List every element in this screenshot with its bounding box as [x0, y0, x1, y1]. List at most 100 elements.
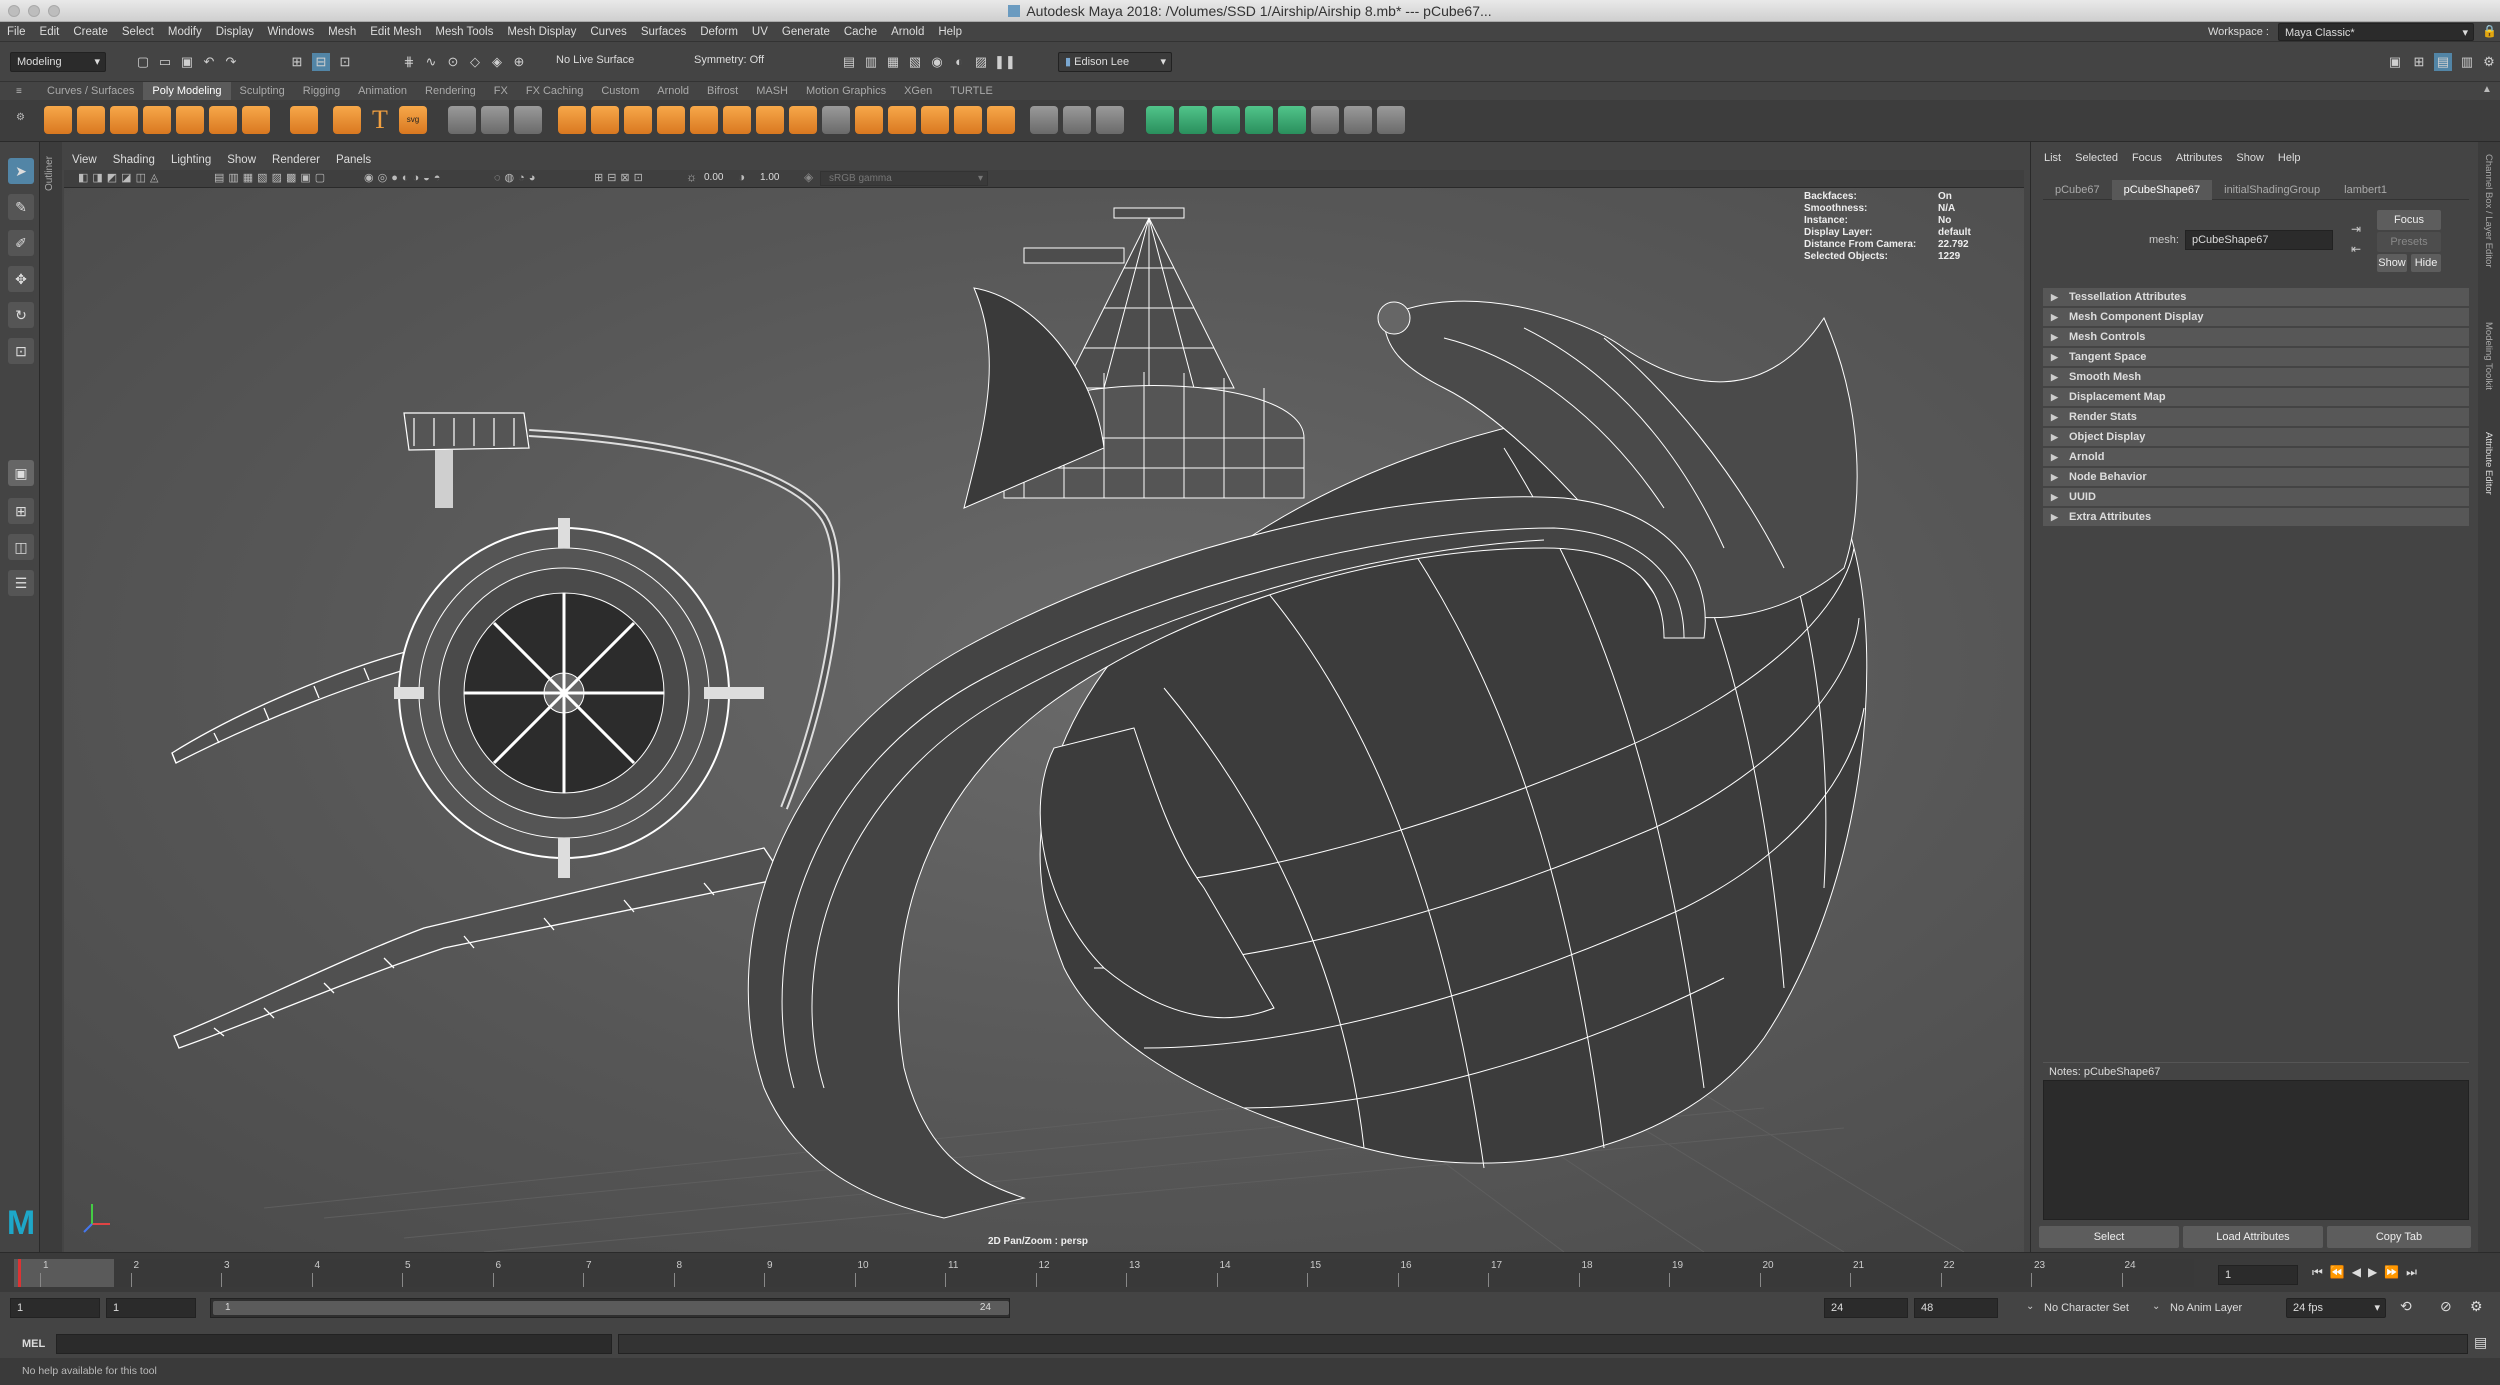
- snap-surface-icon[interactable]: ◈: [488, 53, 506, 71]
- append-polygon-icon[interactable]: [690, 106, 718, 134]
- zoom-window-button[interactable]: [48, 5, 60, 17]
- poly-disc-icon[interactable]: [242, 106, 270, 134]
- save-scene-icon[interactable]: ▣: [178, 53, 196, 71]
- menu-surfaces[interactable]: Surfaces: [634, 22, 693, 42]
- camera-based-uv-icon[interactable]: [1278, 106, 1306, 134]
- super-shape-icon[interactable]: [333, 106, 361, 134]
- menu-uv[interactable]: UV: [745, 22, 775, 42]
- scale-tool-icon[interactable]: ⊡: [8, 338, 34, 364]
- target-weld-icon[interactable]: [855, 106, 883, 134]
- section-tangent-space[interactable]: ▶ Tangent Space: [2043, 348, 2469, 366]
- slide-edge-icon[interactable]: [1063, 106, 1091, 134]
- shelf-scroll-up-icon[interactable]: ▲: [2482, 84, 2492, 95]
- four-view-layout-icon[interactable]: ⊞: [8, 498, 34, 524]
- separate-icon[interactable]: [481, 106, 509, 134]
- bridge-icon[interactable]: [624, 106, 652, 134]
- mel-label[interactable]: MEL: [22, 1338, 45, 1350]
- focus-button[interactable]: Focus: [2377, 210, 2441, 230]
- shelf-tab-fx[interactable]: FX: [485, 82, 517, 100]
- snap-curve-icon[interactable]: ∿: [422, 53, 440, 71]
- close-window-button[interactable]: [8, 5, 20, 17]
- settings-gear-icon[interactable]: ⚙: [2480, 53, 2498, 71]
- animation-start-field[interactable]: 1: [10, 1298, 100, 1318]
- attribute-editor-toggle-icon[interactable]: ▤: [2434, 53, 2452, 71]
- ae-menu-list[interactable]: List: [2037, 148, 2068, 168]
- poly-torus-icon[interactable]: [176, 106, 204, 134]
- outliner-side-tab[interactable]: Outliner: [40, 142, 62, 1252]
- shelf-tab-animation[interactable]: Animation: [349, 82, 416, 100]
- user-account-dropdown[interactable]: ▮ Edison Lee ▾: [1058, 52, 1172, 72]
- section-object-display[interactable]: ▶ Object Display: [2043, 428, 2469, 446]
- uv-editor-icon[interactable]: [1311, 106, 1339, 134]
- poly-cylinder-icon[interactable]: [110, 106, 138, 134]
- copy-tab-button[interactable]: Copy Tab: [2327, 1226, 2471, 1248]
- show-button[interactable]: Show: [2377, 254, 2407, 272]
- shelf-tab-mash[interactable]: MASH: [747, 82, 797, 100]
- move-tool-icon[interactable]: ✥: [8, 266, 34, 292]
- open-scene-icon[interactable]: ▭: [156, 53, 174, 71]
- combine-icon[interactable]: [448, 106, 476, 134]
- section-node-behavior[interactable]: ▶ Node Behavior: [2043, 468, 2469, 486]
- shelf-tab-sculpting[interactable]: Sculpting: [231, 82, 294, 100]
- viewport-menu-panels[interactable]: Panels: [328, 150, 379, 170]
- section-smooth-mesh[interactable]: ▶ Smooth Mesh: [2043, 368, 2469, 386]
- render-settings-icon[interactable]: ◉: [928, 53, 946, 71]
- spherical-uv-icon[interactable]: [1212, 106, 1240, 134]
- viewport-menu-show[interactable]: Show: [219, 150, 264, 170]
- offset-edge-loop-icon[interactable]: [921, 106, 949, 134]
- section-tessellation-attributes[interactable]: ▶ Tessellation Attributes: [2043, 288, 2469, 306]
- cleanup-icon[interactable]: [789, 106, 817, 134]
- menu-file[interactable]: File: [0, 22, 33, 42]
- output-connection-icon[interactable]: ⇤: [2351, 242, 2361, 256]
- anim-layer-label[interactable]: No Anim Layer: [2170, 1302, 2242, 1314]
- animation-preferences-icon[interactable]: ⚙: [2470, 1298, 2483, 1315]
- ae-menu-help[interactable]: Help: [2271, 148, 2308, 168]
- symmetry-label[interactable]: Symmetry: Off: [694, 54, 764, 66]
- persp-outliner-layout-icon[interactable]: ◫: [8, 534, 34, 560]
- animation-end-field[interactable]: 48: [1914, 1298, 1998, 1318]
- insert-edge-loop-icon[interactable]: [954, 106, 982, 134]
- unfold-icon[interactable]: [1344, 106, 1372, 134]
- shelf-tab-arnold[interactable]: Arnold: [648, 82, 698, 100]
- render-view-icon[interactable]: ▨: [972, 53, 990, 71]
- view-transform-dropdown[interactable]: sRGB gamma ▾: [820, 171, 988, 186]
- snap-view-plane-icon[interactable]: ◇: [466, 53, 484, 71]
- color-management-icon[interactable]: ◈: [804, 170, 813, 184]
- snap-live-icon[interactable]: ⊕: [510, 53, 528, 71]
- new-scene-icon[interactable]: ▢: [134, 53, 152, 71]
- menu-edit-mesh[interactable]: Edit Mesh: [363, 22, 428, 42]
- select-button[interactable]: Select: [2039, 1226, 2179, 1248]
- mirror-icon[interactable]: [822, 106, 850, 134]
- ae-menu-focus[interactable]: Focus: [2125, 148, 2169, 168]
- shelf-tab-bifrost[interactable]: Bifrost: [698, 82, 747, 100]
- bevel-icon[interactable]: [657, 106, 685, 134]
- poly-plane-icon[interactable]: [209, 106, 237, 134]
- current-frame-field[interactable]: 1: [2218, 1265, 2298, 1285]
- snap-point-icon[interactable]: ⊙: [444, 53, 462, 71]
- mesh-name-field[interactable]: pCubeShape67: [2185, 230, 2333, 250]
- section-displacement-map[interactable]: ▶ Displacement Map: [2043, 388, 2469, 406]
- outliner-tab-label[interactable]: Outliner: [44, 156, 55, 191]
- automatic-uv-icon[interactable]: [1245, 106, 1273, 134]
- fps-dropdown[interactable]: 24 fps ▾: [2286, 1298, 2386, 1318]
- ae-menu-show[interactable]: Show: [2229, 148, 2271, 168]
- channel-box-side-tab[interactable]: Channel Box / Layer Editor: [2483, 154, 2494, 268]
- attribute-editor-side-tab[interactable]: Attribute Editor: [2483, 432, 2494, 495]
- hide-button[interactable]: Hide: [2411, 254, 2441, 272]
- snap-grid-icon[interactable]: ⋕: [400, 53, 418, 71]
- select-hierarchy-icon[interactable]: ⊞: [288, 53, 306, 71]
- time-slider[interactable]: 1 2 3 4 5 6 7 8 9 10 11 12 13 14 15 16 17 18 19 20 21 22 23 24 …: [0, 1252, 2500, 1292]
- menu-display[interactable]: Display: [209, 22, 261, 42]
- menu-mesh[interactable]: Mesh: [321, 22, 363, 42]
- viewport-menu-renderer[interactable]: Renderer: [264, 150, 328, 170]
- poly-cone-icon[interactable]: [143, 106, 171, 134]
- shading-mode-icons[interactable]: ◉◎●◐◑◒◓: [364, 171, 444, 184]
- channel-box-toggle-icon[interactable]: ▥: [2458, 53, 2476, 71]
- ae-tab-initialshadinggroup[interactable]: initialShadingGroup: [2212, 180, 2332, 200]
- menu-create[interactable]: Create: [66, 22, 115, 42]
- multi-cut-icon[interactable]: [888, 106, 916, 134]
- undo-icon[interactable]: ↶: [200, 53, 218, 71]
- render-frame-icon[interactable]: ▦: [884, 53, 902, 71]
- select-object-icon[interactable]: ⊟: [312, 53, 330, 71]
- gamma-value[interactable]: 1.00: [760, 172, 779, 183]
